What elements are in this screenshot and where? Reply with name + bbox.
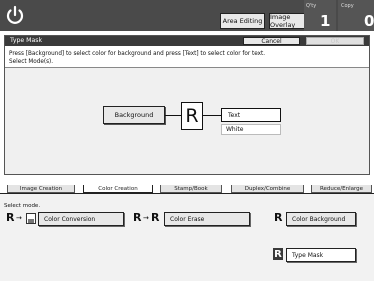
color-background-button[interactable]: Color Background <box>286 212 356 226</box>
text-button[interactable]: Text <box>221 108 281 122</box>
tab-image-creation[interactable]: Image Creation <box>7 185 75 193</box>
background-button[interactable]: Background <box>103 106 165 124</box>
tab-color-creation[interactable]: Color Creation <box>83 185 153 193</box>
power-icon[interactable] <box>4 4 26 26</box>
select-modes-text: Select Mode(s). <box>9 59 54 65</box>
quantity-label: Q'ty <box>306 3 317 9</box>
dialog-title: Type Mask <box>10 37 43 44</box>
r-glyph-icon: R <box>6 211 15 224</box>
color-erase-button[interactable]: Color Erase <box>164 212 250 226</box>
tab-reduce-enlarge[interactable]: Reduce/Enlarge <box>311 185 372 193</box>
quantity-value: 1 <box>320 12 331 30</box>
color-swatch-icon <box>26 213 36 226</box>
connector-line <box>203 115 221 116</box>
r-glyph-icon: R <box>151 211 160 224</box>
text-color-value: White <box>221 124 281 135</box>
r-glyph-icon: R <box>274 211 283 224</box>
copy-value: 0 <box>364 12 374 30</box>
type-mask-icon: R <box>273 248 283 260</box>
area-editing-button[interactable]: Area Editing <box>220 13 265 29</box>
arrow-right-icon: → <box>16 214 22 222</box>
ok-button[interactable]: OK <box>306 37 364 45</box>
type-mask-preview: R <box>181 102 203 130</box>
instruction-text: Press [Background] to select color for b… <box>9 51 266 57</box>
select-mode-label: Select mode. <box>4 203 41 209</box>
copy-label: Copy <box>341 3 354 9</box>
r-glyph-icon: R <box>133 211 142 224</box>
color-creation-panel <box>0 194 374 281</box>
type-mask-button[interactable]: Type Mask <box>286 248 356 262</box>
arrow-right-icon: → <box>143 214 149 222</box>
color-conversion-button[interactable]: Color Conversion <box>38 212 124 226</box>
connector-line <box>165 115 181 116</box>
cancel-button[interactable]: Cancel <box>243 37 300 45</box>
tab-stamp-book[interactable]: Stamp/Book <box>160 185 222 193</box>
tab-duplex-combine[interactable]: Duplex/Combine <box>231 185 304 193</box>
